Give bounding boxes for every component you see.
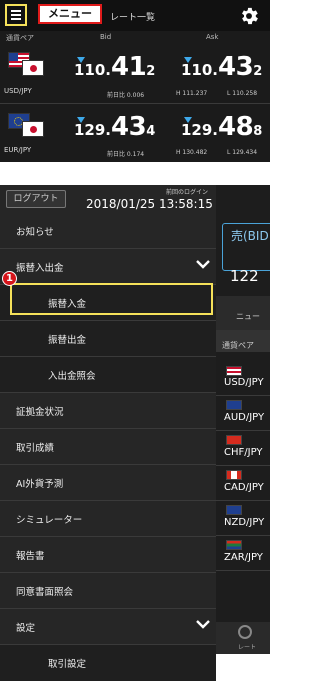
low-price: L 129.434 (227, 149, 258, 156)
menu-item-margin-status[interactable]: 証拠金状況 (0, 393, 216, 429)
pair-label[interactable]: USD/JPY (224, 377, 264, 388)
bid-price[interactable]: 129.434 (74, 112, 155, 142)
row-divider (216, 500, 270, 501)
pair-label: USD/JPY (4, 87, 32, 95)
ask-price[interactable]: 110.432 (181, 52, 262, 82)
row-divider (216, 570, 270, 571)
usd-jpy-flag-icon (8, 52, 48, 78)
rate-tab-icon[interactable] (238, 625, 252, 639)
daily-change: 前日比 0.006 (107, 92, 145, 99)
last-login-label: 前回のログイン (166, 189, 209, 196)
bid-price[interactable]: 110.412 (74, 52, 155, 82)
column-header-ask: Ask (206, 33, 219, 41)
menu-item-trade-settings[interactable]: 取引設定 (0, 645, 216, 681)
menu-item-settings[interactable]: 設定 (0, 609, 216, 645)
bottom-tab-label: レート (238, 644, 257, 651)
sell-bid-label: 売(BID (231, 229, 269, 243)
menu-item-simulator[interactable]: シミュレーター (0, 501, 216, 537)
menu-item-label: 同意書面照会 (16, 587, 74, 598)
chevron-down-icon (196, 620, 210, 629)
pair-label: EUR/JPY (4, 146, 32, 154)
us-flag-icon (226, 366, 242, 376)
pair-label[interactable]: NZD/JPY (224, 517, 264, 528)
menu-item-ai-forecast[interactable]: AI外貨予測 (0, 465, 216, 501)
last-login-time: 2018/01/25 13:58:15 (86, 197, 213, 211)
logout-button[interactable]: ログアウト (6, 190, 66, 208)
menu-button[interactable]: メニュー (38, 4, 102, 24)
menu-item-reports[interactable]: 報告書 (0, 537, 216, 573)
high-price: H 130.482 (176, 149, 208, 156)
ca-flag-icon (226, 470, 242, 480)
sell-bid-price: 122 (230, 267, 259, 285)
menu-item-transfer-history[interactable]: 入出金照会 (0, 357, 216, 393)
za-flag-icon (226, 540, 242, 550)
au-flag-icon (226, 400, 242, 410)
side-menu: ログアウト 前回のログイン 2018/01/25 13:58:15 お知らせ 振… (0, 185, 216, 681)
menu-item-label: 入出金照会 (48, 371, 96, 382)
rate-list-screen: メニュー レート一覧 通貨ペア Bid Ask USD/JPY 110.412 … (0, 0, 270, 162)
menu-item-label: 振替出金 (48, 335, 87, 346)
chevron-down-icon (196, 260, 210, 269)
tab-rate-list[interactable]: レート一覧 (110, 10, 155, 23)
background-trade-panel: 売(BID 122 ニュー 通貨ペア USD/JPY AUD/JPY CHF/J… (216, 185, 270, 654)
menu-item-label: 取引設定 (48, 659, 87, 670)
news-label: ニュー (236, 312, 260, 321)
menu-item-label: シミュレーター (16, 515, 83, 526)
menu-item-transfer[interactable]: 振替入出金 (0, 249, 216, 285)
row-divider (0, 103, 270, 104)
menu-item-consent-history[interactable]: 同意書面照会 (0, 573, 216, 609)
menu-item-transfer-out[interactable]: 振替出金 (0, 321, 216, 357)
pair-label[interactable]: ZAR/JPY (224, 552, 263, 563)
row-divider (216, 465, 270, 466)
low-price: L 110.258 (227, 90, 258, 97)
menu-item-label: お知らせ (16, 227, 54, 238)
pair-label[interactable]: CAD/JPY (224, 482, 264, 493)
nz-flag-icon (226, 505, 242, 515)
ch-flag-icon (226, 435, 242, 445)
step-badge: 1 (2, 271, 17, 286)
gear-icon[interactable] (238, 5, 260, 27)
highlight-box (10, 283, 213, 315)
pair-label[interactable]: AUD/JPY (224, 412, 264, 423)
row-divider (216, 430, 270, 431)
menu-item-label: AI外貨予測 (16, 479, 64, 490)
column-header-pair: 通貨ペア (6, 34, 34, 42)
pair-column-header: 通貨ペア (222, 341, 254, 350)
ask-price[interactable]: 129.488 (181, 112, 262, 142)
row-divider (216, 395, 270, 396)
menu-item-label: 振替入出金 (16, 263, 64, 274)
column-header-bid: Bid (100, 33, 112, 41)
menu-item-label: 取引成績 (16, 443, 55, 454)
eur-jpy-flag-icon (8, 113, 48, 139)
pair-label[interactable]: CHF/JPY (224, 447, 263, 458)
menu-item-notice[interactable]: お知らせ (0, 213, 216, 249)
menu-item-trade-results[interactable]: 取引成績 (0, 429, 216, 465)
daily-change: 前日比 0.174 (107, 151, 145, 158)
menu-item-label: 設定 (16, 623, 36, 634)
menu-item-label: 報告書 (16, 551, 45, 562)
hamburger-menu-icon[interactable] (5, 4, 27, 26)
high-price: H 111.237 (176, 90, 208, 97)
top-bar: メニュー レート一覧 (0, 0, 270, 31)
row-divider (216, 535, 270, 536)
menu-item-label: 証拠金状況 (16, 407, 64, 418)
